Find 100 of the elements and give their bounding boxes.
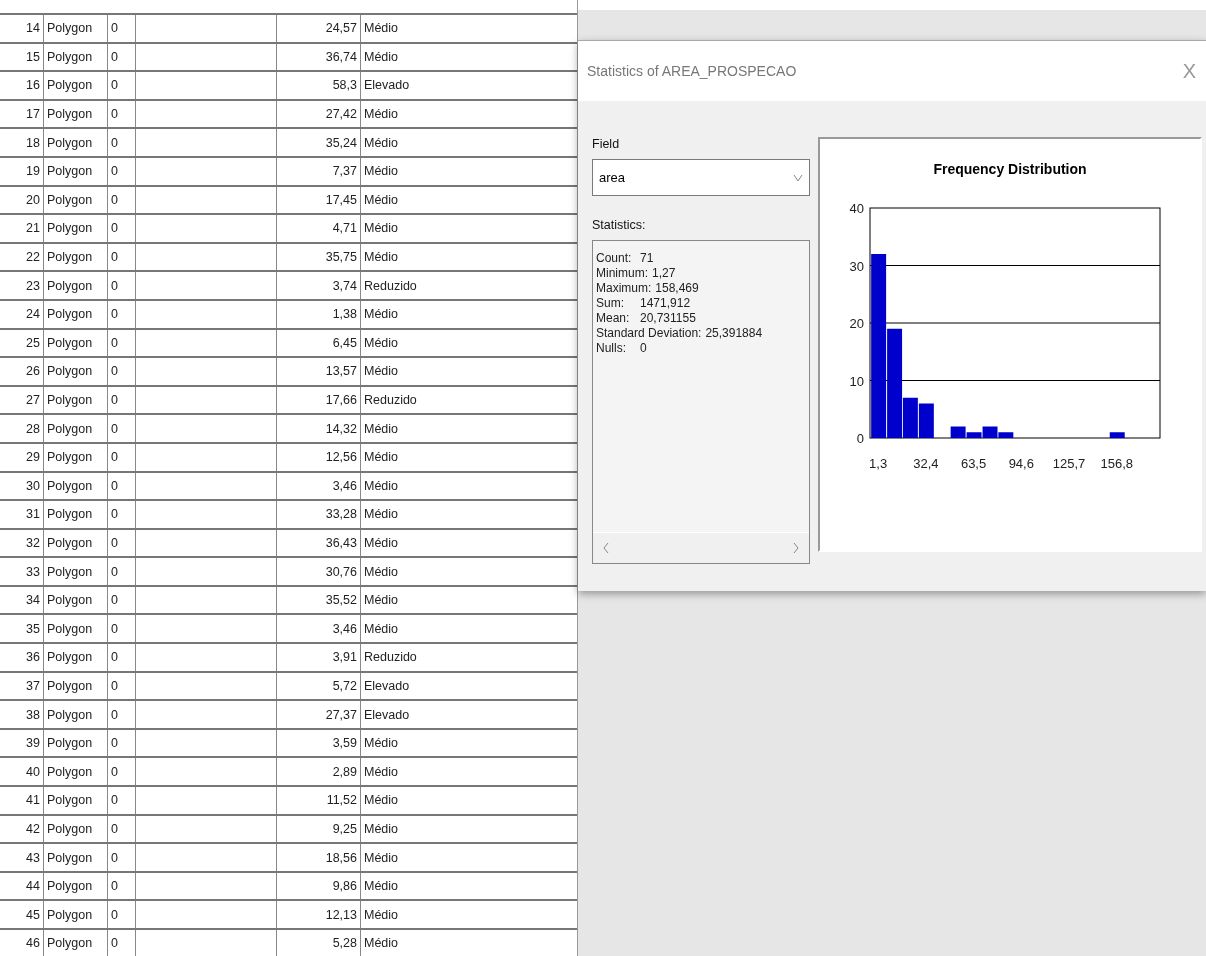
- table-cell: 0: [108, 415, 136, 442]
- table-cell: 28: [0, 415, 44, 442]
- table-cell: 17,66: [277, 386, 361, 414]
- table-cell: 1,38: [277, 300, 361, 328]
- table-cell-text: Médio: [363, 906, 400, 924]
- table-cell: 3,91: [277, 644, 361, 671]
- table-cell: 3,74: [277, 272, 361, 299]
- x-tick-label: 156,8: [1100, 456, 1133, 471]
- table-cell: 36: [0, 644, 44, 671]
- table-cell: 39: [0, 729, 44, 757]
- table-cell: 33,28: [277, 501, 361, 528]
- table-cell: Polygon: [44, 186, 108, 214]
- table-cell: 18,56: [277, 844, 361, 871]
- table-cell: 22: [0, 243, 44, 271]
- table-cell: 0: [108, 300, 136, 328]
- table-cell: 17: [0, 100, 44, 128]
- table-cell: 9,25: [277, 815, 361, 843]
- table-cell: Polygon: [44, 300, 108, 328]
- table-cell-text: Médio: [363, 134, 400, 152]
- table-cell: Polygon: [44, 272, 108, 299]
- table-cell: 34: [0, 586, 44, 614]
- table-cell: 0: [108, 701, 136, 728]
- table-cell-text: Médio: [363, 592, 400, 610]
- histogram-bar: [1109, 432, 1125, 438]
- y-tick-label: 20: [849, 316, 864, 331]
- table-cell: 27,42: [277, 100, 361, 128]
- y-tick-label: 40: [849, 201, 864, 216]
- table-cell-text: Médio: [363, 48, 400, 66]
- table-cell: 35,75: [277, 243, 361, 271]
- table-cell: 0: [108, 472, 136, 500]
- stat-value: 0: [640, 341, 647, 356]
- table-cell: Polygon: [44, 529, 108, 557]
- table-cell: 30: [0, 472, 44, 500]
- table-cell: 20: [0, 186, 44, 214]
- table-cell: 27: [0, 386, 44, 414]
- table-cell: 23: [0, 272, 44, 299]
- table-cell-text: Médio: [363, 620, 400, 638]
- table-cell: 0: [108, 529, 136, 557]
- table-cell: 41: [0, 787, 44, 814]
- table-cell: 2,89: [277, 758, 361, 786]
- table-cell: 0: [108, 872, 136, 900]
- table-cell: 16: [0, 72, 44, 99]
- table-cell: 0: [108, 386, 136, 414]
- table-cell: 0: [108, 901, 136, 928]
- table-cell: 35,52: [277, 586, 361, 614]
- field-dropdown[interactable]: area: [592, 159, 810, 196]
- table-cell: 0: [108, 758, 136, 786]
- stat-value: 158,469: [655, 281, 699, 296]
- table-cell: 18: [0, 129, 44, 156]
- table-cell: Polygon: [44, 787, 108, 814]
- table-cell: 0: [108, 787, 136, 814]
- table-cell: 0: [108, 644, 136, 671]
- table-cell-text: Médio: [363, 106, 400, 124]
- chevron-right-icon[interactable]: [791, 542, 801, 554]
- table-cell-text: Médio: [363, 163, 400, 181]
- table-cell: 37: [0, 672, 44, 700]
- table-cell: 0: [108, 100, 136, 128]
- table-cell: 0: [108, 15, 136, 42]
- table-cell-text: Médio: [363, 477, 400, 495]
- table-cell: 0: [108, 215, 136, 242]
- table-cell: Polygon: [44, 872, 108, 900]
- table-cell-text: Reduzido: [363, 649, 418, 667]
- table-cell: 0: [108, 729, 136, 757]
- table-cell: 0: [108, 358, 136, 385]
- table-cell: 0: [108, 615, 136, 643]
- chevron-left-icon[interactable]: [601, 542, 611, 554]
- table-cell: 0: [108, 815, 136, 843]
- table-cell-text: Médio: [363, 20, 400, 38]
- stat-label: Mean:: [596, 311, 631, 326]
- table-cell: Polygon: [44, 329, 108, 357]
- table-cell: 3,46: [277, 472, 361, 500]
- table-cell: Polygon: [44, 672, 108, 700]
- table-cell: Polygon: [44, 358, 108, 385]
- table-cell: Polygon: [44, 501, 108, 528]
- table-cell: Polygon: [44, 815, 108, 843]
- table-cell-text: Médio: [363, 763, 400, 781]
- stat-label: Minimum:: [596, 266, 648, 281]
- horizontal-scrollbar[interactable]: [593, 532, 809, 563]
- table-cell: 31: [0, 501, 44, 528]
- table-cell: Polygon: [44, 72, 108, 99]
- table-cell: Polygon: [44, 472, 108, 500]
- table-cell-text: Médio: [363, 363, 400, 381]
- table-cell: 44: [0, 872, 44, 900]
- table-cell-text: Médio: [363, 249, 400, 267]
- table-cell-text: Elevado: [363, 77, 411, 95]
- stat-label: Standard Deviation:: [596, 326, 702, 341]
- table-cell: 33: [0, 558, 44, 585]
- stat-label: Count:: [596, 251, 633, 266]
- table-cell: 0: [108, 129, 136, 156]
- table-cell: Polygon: [44, 701, 108, 728]
- table-cell: 13,57: [277, 358, 361, 385]
- table-cell: 15: [0, 43, 44, 71]
- table-cell: 36,43: [277, 529, 361, 557]
- table-cell: 4,71: [277, 215, 361, 242]
- table-cell: Polygon: [44, 729, 108, 757]
- table-cell: 21: [0, 215, 44, 242]
- table-cell: 0: [108, 586, 136, 614]
- table-cell-text: Médio: [363, 735, 400, 753]
- table-cell: 38: [0, 701, 44, 728]
- table-cell: 27,37: [277, 701, 361, 728]
